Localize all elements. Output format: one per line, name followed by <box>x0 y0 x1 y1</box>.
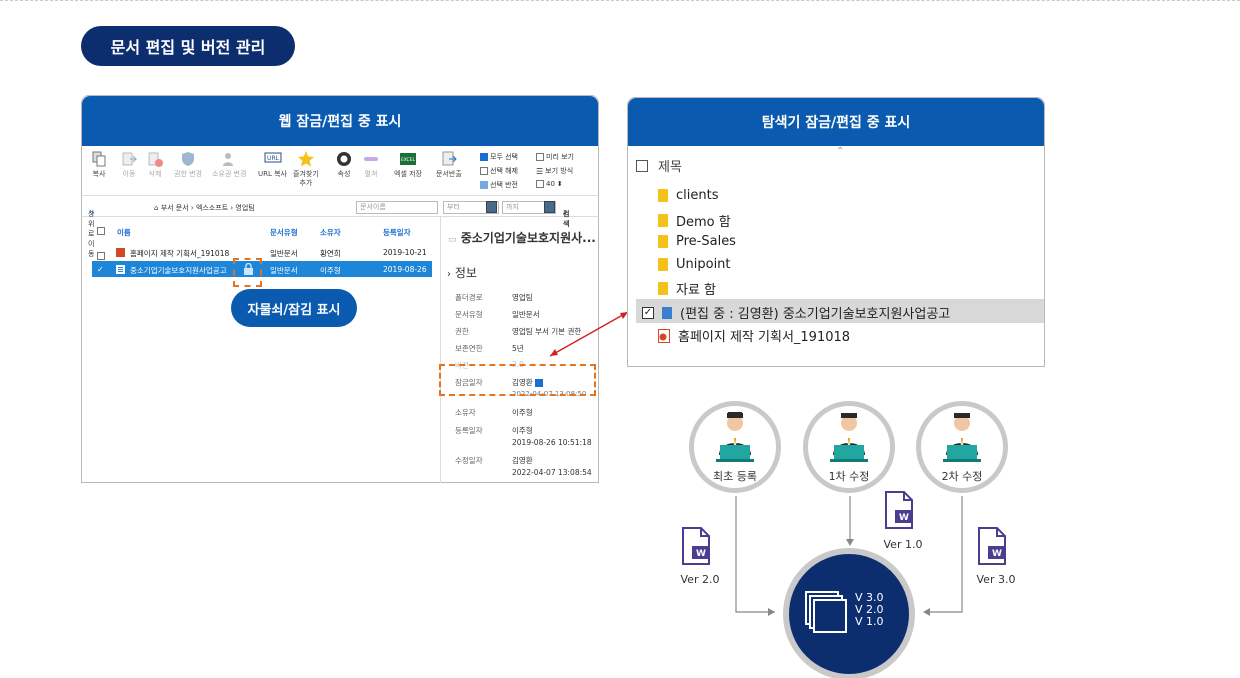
version-store-circle <box>783 548 915 678</box>
person-at-laptop-icon <box>830 413 868 462</box>
word-document-icon: W <box>682 527 710 565</box>
version-1-label: Ver 1.0 <box>883 538 923 551</box>
version-list: V 3.0 V 2.0 V 1.0 <box>855 591 884 628</box>
version-flow-lines <box>735 496 963 616</box>
user-second-revision: 2차 수정 <box>916 401 1008 493</box>
word-document-icon: W <box>885 491 913 529</box>
person-at-laptop-icon <box>716 412 754 462</box>
svg-text:W: W <box>696 549 706 559</box>
version-2-label: Ver 2.0 <box>680 573 720 586</box>
word-document-icon: W <box>978 527 1006 565</box>
person-at-laptop-icon <box>943 413 981 462</box>
stacked-documents-icon <box>805 591 847 633</box>
user-first-registration: 최초 등록 <box>689 401 781 493</box>
svg-text:W: W <box>899 513 909 523</box>
user-first-revision: 1차 수정 <box>803 401 895 493</box>
version-3-label: Ver 3.0 <box>976 573 1016 586</box>
svg-text:W: W <box>992 549 1002 559</box>
